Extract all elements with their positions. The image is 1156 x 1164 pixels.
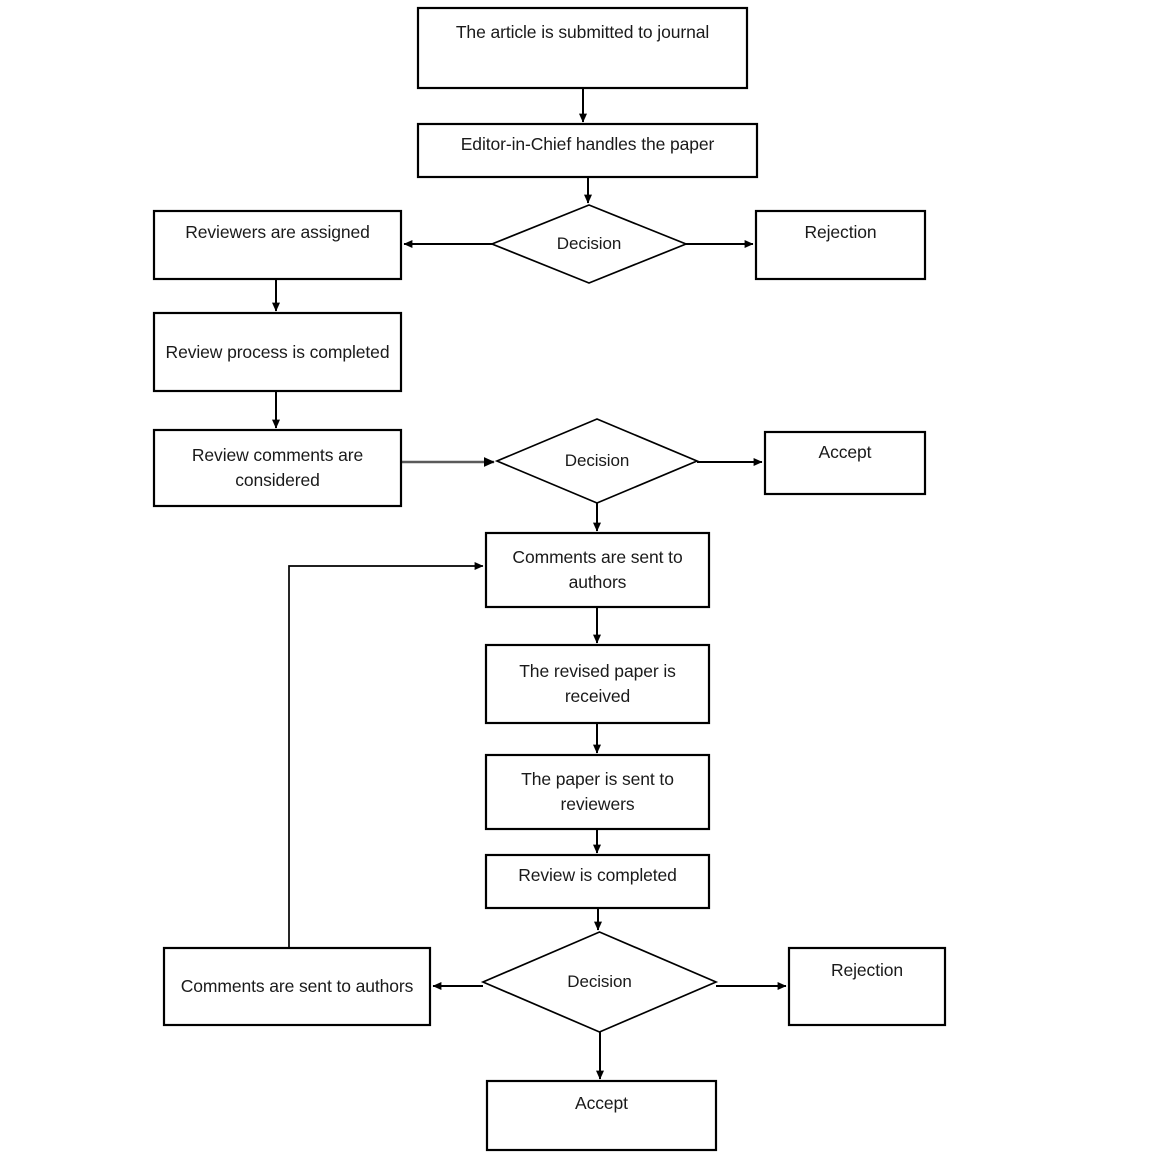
node-shape-reviewers[interactable]	[152, 209, 403, 281]
node-shape-comments_consid[interactable]	[152, 428, 403, 508]
node-shape-accept2[interactable]	[485, 1079, 718, 1152]
node-shape-comments_sent1[interactable]	[484, 531, 711, 609]
node-shape-accept1[interactable]	[763, 430, 927, 496]
node-shape-layer	[152, 6, 947, 1152]
node-shape-review_done[interactable]	[152, 311, 403, 393]
flowchart-canvas: The article is submitted to journal Edito…	[0, 0, 1156, 1164]
node-shape-rejection1[interactable]	[754, 209, 927, 281]
node-shape-revised[interactable]	[484, 643, 711, 725]
node-shape-comments_sent2[interactable]	[162, 946, 432, 1027]
node-shape-decision2[interactable]	[494, 418, 700, 504]
node-shape-sent_reviewers[interactable]	[484, 753, 711, 831]
node-shape-rejection2[interactable]	[787, 946, 947, 1027]
node-shape-decision1[interactable]	[489, 204, 689, 284]
node-shape-editor[interactable]	[416, 122, 759, 179]
flowchart-svg	[152, 6, 947, 1152]
node-shape-decision3[interactable]	[480, 931, 719, 1033]
node-shape-review_completed[interactable]	[484, 853, 711, 910]
node-shape-submitted[interactable]	[416, 6, 749, 90]
connector-comments_sent2-to-comments_sent1	[288, 562, 484, 948]
